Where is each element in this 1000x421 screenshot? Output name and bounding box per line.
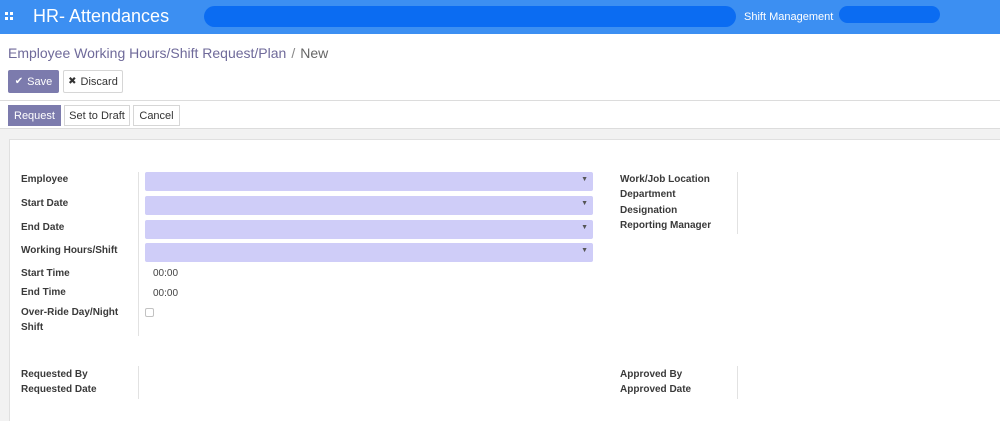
- save-button[interactable]: ✔ Save: [8, 70, 59, 93]
- override-label-line1: Over-Ride Day/Night: [21, 307, 119, 318]
- end-time-label: End Time: [21, 287, 66, 298]
- start-date-label: Start Date: [21, 198, 69, 209]
- breadcrumb: Employee Working Hours/Shift Request/Pla…: [8, 45, 328, 61]
- breadcrumb-separator: /: [291, 45, 296, 61]
- employee-label: Employee: [21, 174, 69, 185]
- designation-label: Designation: [620, 205, 678, 216]
- check-icon: ✔: [14, 76, 24, 87]
- caret-down-icon: ▼: [581, 224, 588, 231]
- status-bar: Request Set to Draft Cancel: [0, 102, 1000, 129]
- top-navbar: HR- Attendances Shift Management: [0, 0, 1000, 34]
- requested-date-label: Requested Date: [21, 384, 97, 395]
- top-search-bar[interactable]: [204, 6, 736, 27]
- breadcrumb-current: New: [300, 45, 329, 61]
- right-column-divider: [737, 172, 738, 234]
- start-time-value[interactable]: 00:00: [153, 268, 178, 279]
- approved-date-label: Approved Date: [620, 384, 692, 395]
- cancel-button[interactable]: Cancel: [133, 105, 180, 126]
- end-date-field[interactable]: ▼: [145, 220, 593, 239]
- footer-left-divider: [138, 366, 139, 399]
- override-label: Over-Ride Day/Night Shift: [21, 305, 118, 335]
- request-button[interactable]: Request: [8, 105, 61, 126]
- footer-right-divider: [737, 366, 738, 399]
- app-title: HR- Attendances: [33, 6, 170, 26]
- approved-by-label: Approved By: [620, 369, 683, 380]
- menu-shift-management[interactable]: Shift Management: [744, 11, 833, 23]
- start-date-field[interactable]: ▼: [145, 196, 593, 215]
- override-label-line2: Shift: [21, 322, 44, 333]
- breadcrumb-parent[interactable]: Employee Working Hours/Shift Request/Pla…: [8, 45, 286, 61]
- user-menu[interactable]: [839, 6, 940, 23]
- close-icon: ✖: [68, 76, 77, 87]
- caret-down-icon: ▼: [581, 247, 588, 254]
- working-hours-label: Working Hours/Shift: [21, 245, 118, 256]
- caret-down-icon: ▼: [581, 200, 588, 207]
- grid-icon[interactable]: [5, 12, 13, 20]
- control-panel: Employee Working Hours/Shift Request/Pla…: [0, 34, 1000, 101]
- working-hours-select[interactable]: ▼: [145, 243, 593, 262]
- end-time-value[interactable]: 00:00: [153, 288, 178, 299]
- employee-select[interactable]: ▼: [145, 172, 593, 191]
- set-to-draft-button[interactable]: Set to Draft: [64, 105, 130, 126]
- save-label: Save: [27, 75, 53, 88]
- discard-label: Discard: [80, 75, 118, 88]
- discard-button[interactable]: ✖ Discard: [63, 70, 123, 93]
- reporting-manager-label: Reporting Manager: [620, 220, 712, 231]
- caret-down-icon: ▼: [581, 176, 588, 183]
- start-time-label: Start Time: [21, 268, 70, 279]
- requested-by-label: Requested By: [21, 369, 88, 380]
- department-label: Department: [620, 189, 676, 200]
- override-checkbox[interactable]: [145, 308, 154, 317]
- end-date-label: End Date: [21, 222, 65, 233]
- left-column-divider: [138, 172, 139, 336]
- work-location-label: Work/Job Location: [620, 174, 710, 185]
